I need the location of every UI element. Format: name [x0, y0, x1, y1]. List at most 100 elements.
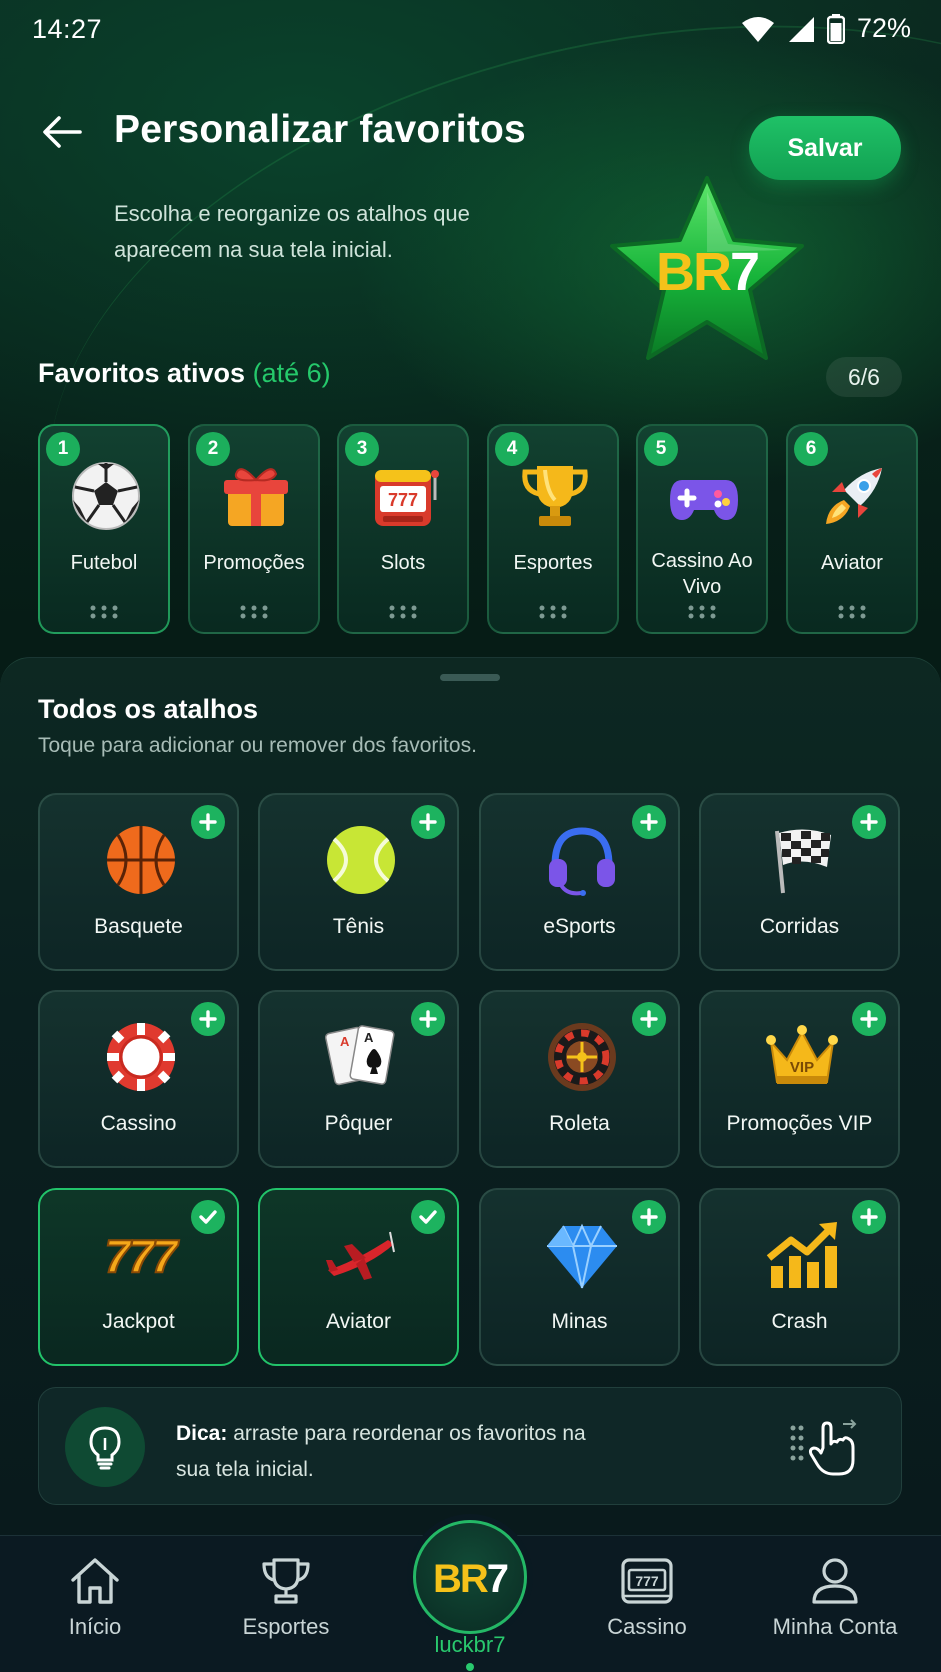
back-button[interactable] — [38, 108, 86, 156]
add-badge[interactable] — [632, 1200, 666, 1234]
shortcuts-subtitle: Toque para adicionar ou remover dos favo… — [38, 734, 477, 757]
jackpot-777-icon: 777 — [104, 1229, 183, 1283]
playing-cards-icon: AA — [324, 1025, 395, 1086]
svg-text:BR7: BR7 — [433, 1557, 508, 1600]
nav-item-inicio[interactable]: Início — [10, 1556, 180, 1640]
add-badge[interactable] — [411, 1002, 445, 1036]
basketball-icon — [107, 826, 175, 894]
drag-handle-icon[interactable] — [538, 604, 568, 620]
br7-star-icon: BR7 — [610, 176, 804, 360]
svg-text:VIP: VIP — [790, 1059, 814, 1076]
svg-text:BR7: BR7 — [656, 242, 758, 302]
home-icon — [71, 1558, 119, 1604]
wifi-icon — [741, 16, 774, 42]
trophy-outline-icon — [262, 1558, 310, 1604]
vip-crown-icon: VIP — [766, 1025, 838, 1084]
user-icon — [812, 1558, 858, 1604]
selected-badge[interactable] — [191, 1200, 225, 1234]
nav-item-esportes[interactable]: Esportes — [201, 1556, 371, 1640]
sheet-handle[interactable] — [440, 674, 500, 681]
add-badge[interactable] — [632, 805, 666, 839]
add-badge[interactable] — [632, 1002, 666, 1036]
slot-outline-icon: 777 — [621, 1558, 673, 1604]
shortcut-tile-poquer[interactable]: AA Pôquer — [258, 990, 459, 1168]
slot-machine-icon: 777 — [375, 470, 439, 526]
nav-label: Esportes — [242, 1614, 330, 1639]
save-button[interactable]: Salvar — [749, 116, 901, 180]
nav-item-minha-conta[interactable]: Minha Conta — [750, 1556, 920, 1640]
favorite-card-futebol[interactable]: 1 Futebol — [38, 424, 170, 634]
add-badge[interactable] — [852, 1002, 886, 1036]
shortcut-label: Crash — [771, 1310, 828, 1333]
plus-icon — [640, 813, 658, 831]
favorite-card-promocoes[interactable]: 2 Promoções — [188, 424, 320, 634]
shortcut-label: Tênis — [332, 915, 385, 938]
shortcut-tile-jackpot[interactable]: 777 Jackpot — [38, 1188, 239, 1366]
diamond-icon — [547, 1223, 617, 1289]
chart-arrow-icon — [766, 1222, 837, 1288]
shortcut-tile-roleta[interactable]: Roleta — [479, 990, 680, 1168]
shortcut-label: Corridas — [759, 915, 840, 938]
add-badge[interactable] — [411, 805, 445, 839]
plus-icon — [640, 1010, 658, 1028]
tip-card: Dica: arraste para reordenar os favorito… — [38, 1387, 902, 1505]
nav-label-active: luckbr7 — [434, 1632, 506, 1657]
shortcut-tile-promocoes-vip[interactable]: VIP Promoções VIP — [699, 990, 900, 1168]
drag-handle-icon[interactable] — [89, 604, 119, 620]
shortcut-tile-minas[interactable]: Minas — [479, 1188, 680, 1366]
nav-label: Cassino — [607, 1614, 687, 1639]
add-badge[interactable] — [191, 805, 225, 839]
bottom-nav: Início Esportes BR7 luckbr7 777 Cassino … — [0, 1520, 941, 1672]
drag-handle-icon[interactable] — [687, 604, 717, 620]
shortcut-label: Basquete — [94, 915, 183, 938]
add-badge[interactable] — [852, 1200, 886, 1234]
drag-handle-icon[interactable] — [239, 604, 269, 620]
page-title: Personalizar favoritos — [114, 108, 526, 151]
favorite-card-slots[interactable]: 3 777 Slots — [337, 424, 469, 634]
shortcuts-title: Todos os atalhos — [38, 694, 259, 724]
favorite-label: Cassino Ao Vivo — [651, 550, 753, 598]
drag-handle-icon[interactable] — [837, 604, 867, 620]
shortcut-tile-esports[interactable]: eSports — [479, 793, 680, 971]
status-time: 14:27 — [32, 14, 103, 44]
plus-icon — [860, 1010, 878, 1028]
screen: 14:27 72% Personalizar favoritos Escolha… — [0, 0, 941, 1672]
add-badge[interactable] — [852, 805, 886, 839]
favorite-label: Esportes — [513, 552, 593, 574]
checkered-flag-icon — [775, 829, 831, 894]
battery-percent: 72% — [856, 13, 911, 43]
svg-text:A: A — [340, 1034, 350, 1049]
plus-icon — [419, 813, 437, 831]
selected-badge[interactable] — [411, 1200, 445, 1234]
favorite-card-cassino-ao-vivo[interactable]: 5 Cassino Ao Vivo — [636, 424, 768, 634]
favorite-label: Aviator — [821, 552, 883, 574]
favorite-label: Promoções — [203, 552, 305, 574]
headset-icon — [549, 827, 615, 896]
drag-handle-icon[interactable] — [388, 604, 418, 620]
gift-icon — [224, 468, 288, 526]
tip-body: arraste para reordenar os favoritos na s… — [176, 1422, 586, 1481]
arrow-left-icon — [43, 116, 82, 148]
shortcut-tile-corridas[interactable]: Corridas — [699, 793, 900, 971]
tip-prefix: Dica: — [176, 1422, 228, 1445]
plus-icon — [640, 1208, 658, 1226]
nav-item-cassino[interactable]: 777 Cassino — [562, 1556, 732, 1640]
favorite-card-esportes[interactable]: 4 Esportes — [487, 424, 619, 634]
shortcut-tile-basquete[interactable]: Basquete — [38, 793, 239, 971]
plus-icon — [199, 813, 217, 831]
favorite-card-aviator[interactable]: 6 Aviator — [786, 424, 918, 634]
shortcut-tile-crash[interactable]: Crash — [699, 1188, 900, 1366]
shortcut-tile-cassino[interactable]: Cassino — [38, 990, 239, 1168]
svg-text:777: 777 — [105, 1230, 180, 1282]
rocket-icon — [826, 468, 882, 524]
shortcut-tile-tenis[interactable]: Tênis — [258, 793, 459, 971]
add-badge[interactable] — [191, 1002, 225, 1036]
shortcut-label: Cassino — [100, 1112, 177, 1135]
gamepad-icon — [670, 480, 738, 520]
br7-logo-icon: BR7 — [433, 1557, 510, 1600]
favorites-limit: (até 6) — [252, 358, 331, 388]
nav-item-luckbr7[interactable]: BR7 — [413, 1520, 527, 1634]
shortcut-tile-aviator[interactable]: Aviator — [258, 1188, 459, 1366]
drag-hand-icon — [790, 1419, 857, 1476]
shortcut-label: Minas — [551, 1310, 608, 1333]
